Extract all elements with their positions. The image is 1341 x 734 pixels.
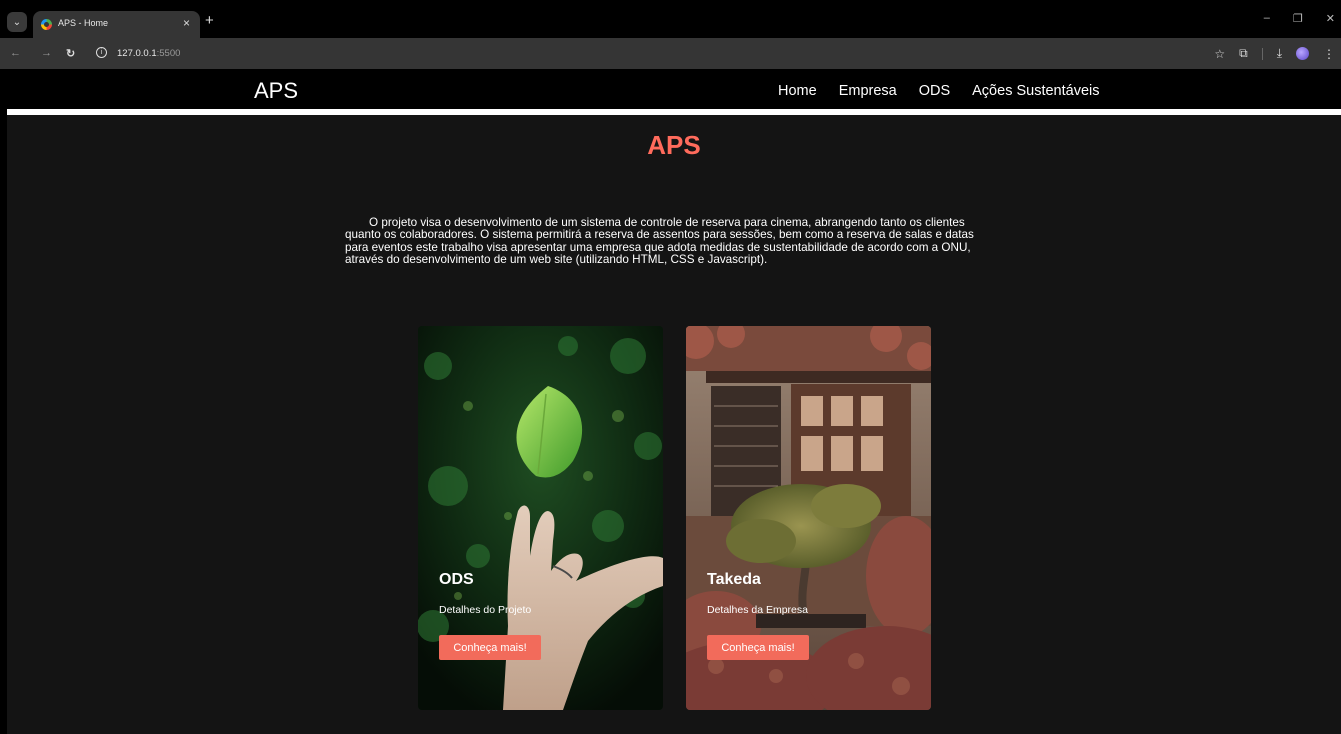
- site-info-icon[interactable]: i: [96, 47, 107, 58]
- tab-title: APS - Home: [58, 18, 109, 28]
- tab-search-button[interactable]: ⌄: [7, 12, 27, 32]
- favicon-icon: [41, 19, 52, 30]
- card-subtitle: Detalhes da Empresa: [707, 604, 808, 616]
- learn-more-button[interactable]: Conheça mais!: [439, 635, 541, 660]
- address-bar[interactable]: 127.0.0.1:5500: [117, 48, 180, 59]
- card-ods: ODS Detalhes do Projeto Conheça mais!: [418, 326, 663, 710]
- card-subtitle: Detalhes do Projeto: [439, 604, 532, 616]
- extensions-icon[interactable]: ⧉: [1239, 46, 1248, 61]
- toolbar-actions: ☆ ⧉ ⤓ ⋮: [1214, 46, 1335, 61]
- reload-icon[interactable]: ↻: [66, 47, 75, 60]
- restore-icon[interactable]: ❐: [1293, 12, 1303, 25]
- nav-ods[interactable]: ODS: [919, 83, 950, 99]
- site-header: APS Home Empresa ODS Ações Sustentáveis: [7, 69, 1341, 115]
- nav-home[interactable]: Home: [778, 83, 817, 99]
- nav-empresa[interactable]: Empresa: [839, 83, 897, 99]
- profile-avatar[interactable]: [1296, 47, 1309, 60]
- menu-kebab-icon[interactable]: ⋮: [1323, 47, 1335, 61]
- browser-tab[interactable]: APS - Home ×: [33, 11, 200, 38]
- browser-toolbar: ← → ↻ i 127.0.0.1:5500 ☆ ⧉ ⤓ ⋮: [0, 38, 1341, 69]
- window-controls: – ❐ ✕: [1264, 12, 1335, 25]
- browser-tab-bar: ⌄ APS - Home × + – ❐ ✕: [0, 0, 1341, 38]
- site-logo[interactable]: APS: [254, 78, 298, 104]
- learn-more-button[interactable]: Conheça mais!: [707, 635, 809, 660]
- back-icon[interactable]: ←: [10, 47, 21, 59]
- forward-icon[interactable]: →: [41, 47, 52, 59]
- url-port: :5500: [156, 48, 181, 59]
- tab-close-icon[interactable]: ×: [183, 16, 190, 30]
- url-host: 127.0.0.1: [117, 48, 157, 59]
- toolbar-divider: [1261, 47, 1263, 60]
- minimize-icon[interactable]: –: [1264, 12, 1270, 25]
- bookmark-star-icon[interactable]: ☆: [1214, 47, 1225, 61]
- intro-paragraph: O projeto visa o desenvolvimento de um s…: [345, 216, 974, 266]
- download-icon[interactable]: ⤓: [1277, 46, 1282, 61]
- page-viewport: APS Home Empresa ODS Ações Sustentáveis …: [7, 69, 1341, 734]
- card-title: ODS: [439, 571, 474, 588]
- page-title: APS: [647, 130, 701, 160]
- new-tab-button[interactable]: +: [205, 13, 214, 28]
- nav-acoes-sustentaveis[interactable]: Ações Sustentáveis: [972, 83, 1099, 99]
- card-takeda: Takeda Detalhes da Empresa Conheça mais!: [686, 326, 931, 710]
- card-title: Takeda: [707, 571, 761, 588]
- main-nav: Home Empresa ODS Ações Sustentáveis: [778, 83, 1100, 99]
- close-window-icon[interactable]: ✕: [1326, 12, 1335, 25]
